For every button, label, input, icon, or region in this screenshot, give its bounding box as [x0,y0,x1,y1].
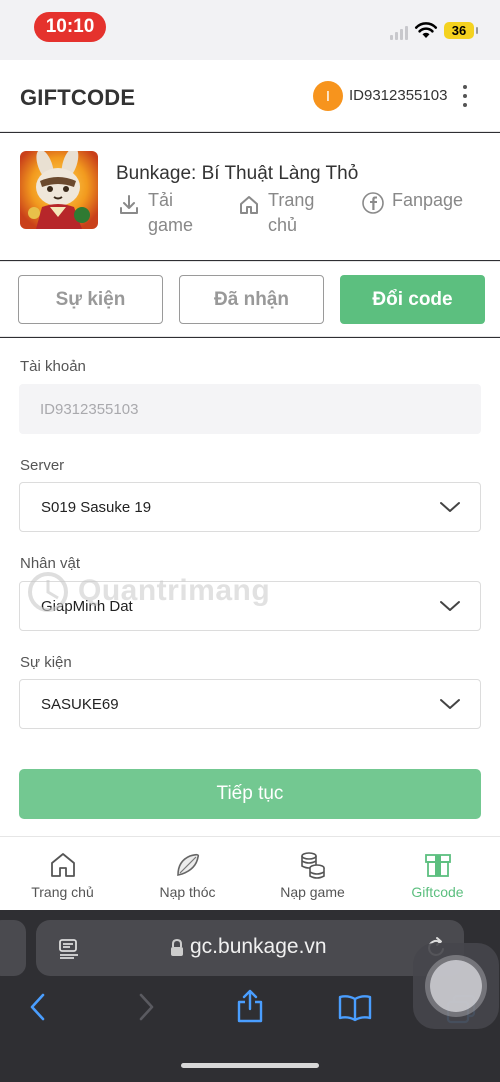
home-icon [50,853,75,877]
bookmarks-icon[interactable] [338,994,372,1022]
tabs-bar: Sự kiện Đã nhận Đổi code [0,261,500,337]
nav-home-label: Trang chủ [31,884,94,900]
status-bar: 10:10 36 [0,0,500,60]
tab-redeem-code[interactable]: Đổi code [340,275,485,324]
more-vertical-icon[interactable] [458,83,472,109]
server-select[interactable]: S019 Sasuke 19 [19,482,481,532]
forward-icon[interactable] [136,992,156,1022]
status-time: 10:10 [34,12,106,42]
tab-received[interactable]: Đã nhận [179,275,324,324]
nav-giftcode[interactable]: Giftcode [375,837,500,911]
homepage-label-line2: chủ [268,215,298,235]
event-value: SASUKE69 [41,695,119,713]
user-id[interactable]: ID9312355103 [349,87,447,104]
chevron-down-icon [440,502,460,512]
game-title: Bunkage: Bí Thuật Làng Thỏ [116,163,359,184]
nav-rice-topup[interactable]: Nạp thóc [125,837,250,911]
account-label: Tài khoản [20,358,86,375]
event-label: Sự kiện [20,654,72,671]
download-game-link[interactable]: Tải game [118,188,193,238]
tab-events[interactable]: Sự kiện [18,275,163,324]
coins-icon [300,852,325,879]
fanpage-link[interactable]: Fanpage [362,188,463,214]
download-label-line2: game [148,215,194,235]
homepage-link[interactable]: Trang chủ [238,188,314,238]
download-icon [120,195,138,214]
server-value: S019 Sasuke 19 [41,498,152,516]
lock-icon [171,939,183,956]
continue-button[interactable]: Tiếp tục [19,769,481,819]
nav-giftcode-label: Giftcode [411,884,464,900]
character-select[interactable]: GiapMinh Dat [19,581,481,631]
game-thumbnail [20,151,98,229]
homepage-label-line1: Trang [268,190,315,210]
character-value: GiapMinh Dat [41,597,133,615]
assistive-touch-button[interactable] [413,943,499,1029]
leaf-icon [176,853,199,877]
character-label: Nhân vật [20,555,81,572]
share-icon[interactable] [236,988,264,1024]
home-icon [240,196,258,214]
nav-home[interactable]: Trang chủ [0,837,125,911]
chevron-down-icon [440,699,460,709]
account-field: ID9312355103 [19,384,481,434]
server-label: Server [20,457,65,474]
facebook-icon [362,192,384,214]
fanpage-label: Fanpage [392,190,464,210]
event-select[interactable]: SASUKE69 [19,679,481,729]
home-indicator [181,1063,319,1068]
previous-tab-preview[interactable] [0,920,26,976]
chevron-down-icon [440,601,460,611]
download-label-line1: Tải [148,190,174,210]
back-icon[interactable] [28,992,48,1022]
battery-indicator: 36 [444,22,478,39]
wifi-icon [414,22,438,38]
address-bar[interactable]: gc.bunkage.vn [36,920,464,976]
brand-title: GIFTCODE [20,85,136,110]
app-header: GIFTCODE I ID9312355103 [0,60,500,132]
bottom-nav: Trang chủ Nạp thóc Nạp game Giftcode [0,836,500,910]
reader-mode-icon[interactable] [58,938,80,960]
redeem-form: Tài khoản ID9312355103 Server S019 Sasuk… [0,338,500,836]
nav-rice-label: Nạp thóc [159,884,216,900]
nav-game-topup[interactable]: Nạp game [250,837,375,911]
cellular-signal-icon [390,26,408,40]
url-text: gc.bunkage.vn [190,935,327,958]
nav-game-label: Nạp game [280,884,345,900]
gift-icon [424,854,451,877]
avatar[interactable]: I [313,81,343,111]
